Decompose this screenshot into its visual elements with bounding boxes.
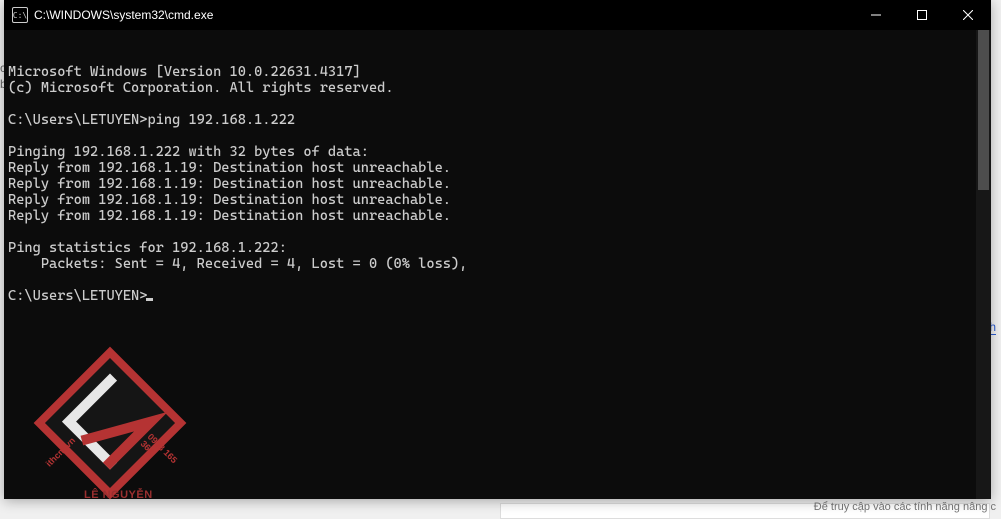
minimize-icon [871,10,881,20]
terminal-line [8,128,991,144]
close-button[interactable] [945,0,991,30]
vertical-scrollbar[interactable] [976,30,991,499]
titlebar[interactable]: C:\ C:\WINDOWS\system32\cmd.exe [4,0,991,30]
minimize-button[interactable] [853,0,899,30]
cmd-window: C:\ C:\WINDOWS\system32\cmd.exe Microsof… [4,0,991,499]
terminal-line [8,224,991,240]
window-title: C:\WINDOWS\system32\cmd.exe [34,8,853,22]
terminal-line: Pinging 192.168.1.222 with 32 bytes of d… [8,144,991,160]
cursor [146,298,153,301]
terminal-line [8,272,991,288]
scrollbar-thumb[interactable] [978,30,989,190]
terminal-line: C:\Users\LETUYEN>ping 192.168.1.222 [8,112,991,128]
maximize-icon [917,10,927,20]
close-icon [963,10,973,20]
terminal-line: Microsoft Windows [Version 10.0.22631.43… [8,64,991,80]
terminal-line: C:\Users\LETUYEN> [8,288,991,304]
terminal-line: Reply from 192.168.1.19: Destination hos… [8,160,991,176]
terminal-line: Ping statistics for 192.168.1.222: [8,240,991,256]
terminal-line [8,96,991,112]
terminal-output[interactable]: Microsoft Windows [Version 10.0.22631.43… [4,30,991,499]
terminal-line: Reply from 192.168.1.19: Destination hos… [8,176,991,192]
terminal-line: Reply from 192.168.1.19: Destination hos… [8,208,991,224]
background-hint-text: Để truy cập vào các tính năng nâng c [814,501,996,513]
terminal-line: Packets: Sent = 4, Received = 4, Lost = … [8,256,991,272]
cmd-icon: C:\ [12,7,28,23]
window-controls [853,0,991,30]
maximize-button[interactable] [899,0,945,30]
terminal-line: Reply from 192.168.1.19: Destination hos… [8,192,991,208]
terminal-line: (c) Microsoft Corporation. All rights re… [8,80,991,96]
